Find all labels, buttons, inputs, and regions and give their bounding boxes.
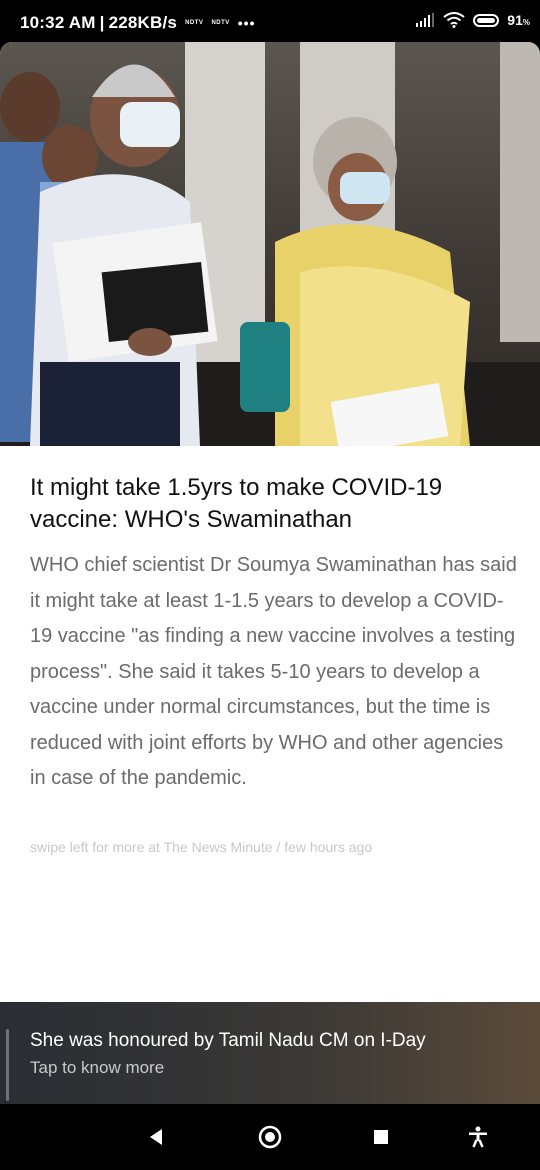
teaser-accent-bar [6, 1029, 9, 1101]
article-summary: WHO chief scientist Dr Soumya Swaminatha… [30, 554, 517, 789]
time-ago: few hours ago [284, 839, 373, 855]
accessibility-icon [469, 1126, 487, 1148]
home-icon [258, 1125, 282, 1149]
accessibility-button[interactable] [463, 1122, 493, 1152]
teaser-title: She was honoured by Tamil Nadu CM on I-D… [30, 1030, 426, 1051]
status-left: 10:32 AM | 228KB/s NDTV NDTV ••• [20, 13, 256, 32]
article-photo-illustration [0, 42, 540, 446]
bottom-teaser-banner[interactable]: She was honoured by Tamil Nadu CM on I-D… [0, 1002, 540, 1104]
battery-icon [473, 13, 500, 27]
status-right: 91% [415, 12, 530, 28]
recents-icon [374, 1130, 388, 1144]
swipe-hint: swipe left for more at [30, 839, 164, 855]
news-card[interactable]: It might take 1.5yrs to make COVID-19 va… [0, 42, 540, 1104]
teaser-subtitle: Tap to know more [30, 1058, 165, 1077]
recents-button[interactable] [366, 1122, 396, 1152]
notification-app-tag: NDTV [211, 20, 230, 26]
status-time: 10:32 AM [20, 13, 96, 32]
battery-level: 91 [507, 12, 523, 28]
back-icon [150, 1129, 162, 1145]
signal-icon [416, 13, 435, 27]
article-source-line: swipe left for more at The News Minute /… [30, 839, 373, 855]
home-button[interactable] [255, 1122, 285, 1152]
battery-unit: % [522, 18, 530, 27]
article-headline: It might take 1.5yrs to make COVID-19 va… [30, 474, 443, 533]
back-button[interactable] [141, 1122, 171, 1152]
wifi-icon [443, 12, 465, 28]
status-bar: 10:32 AM | 228KB/s NDTV NDTV ••• 91% [0, 0, 540, 44]
network-speed: 228KB/s [108, 13, 178, 32]
notification-app-tag: NDTV [185, 20, 204, 26]
source-link[interactable]: The News Minute [164, 839, 273, 855]
system-nav-bar [0, 1104, 540, 1170]
more-notifications-icon: ••• [237, 15, 256, 31]
article-photo [0, 42, 540, 446]
